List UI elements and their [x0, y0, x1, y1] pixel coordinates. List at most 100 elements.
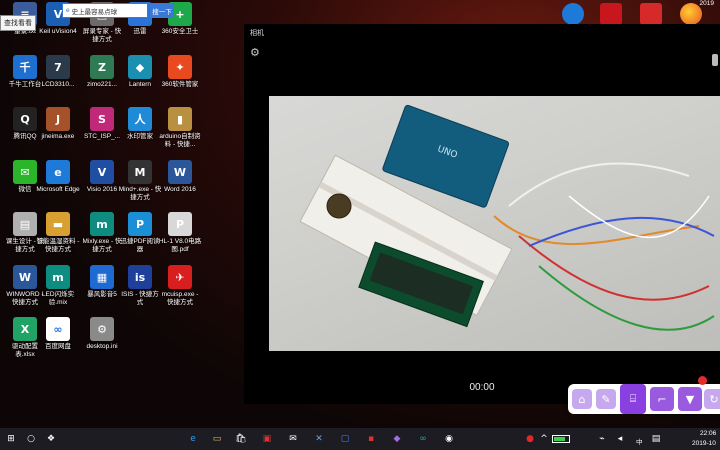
- taskbar-search-input[interactable]: e 史上最容易点球: [62, 3, 148, 18]
- desktop-icon[interactable]: W Word 2016: [158, 160, 202, 194]
- taskbar-edge-icon[interactable]: e: [186, 431, 200, 447]
- bank-app-2-icon[interactable]: [640, 3, 662, 25]
- app-icon: X: [13, 317, 37, 341]
- ime-indicator[interactable]: 中: [636, 436, 643, 446]
- floating-toolbar: ⌂ ✎ ⌸ ⌐ ▼ ↻: [568, 384, 720, 414]
- clock-time[interactable]: 22:06: [700, 430, 716, 437]
- desktop-icon-label: ISIS - 快捷方式: [121, 291, 159, 306]
- wire-white-2: [568, 195, 710, 238]
- desktop-icon[interactable]: ▬ 智能温湿资料 - 快捷方式: [36, 212, 80, 254]
- taskbar-pdf-icon[interactable]: ▪: [364, 431, 378, 447]
- camera-title: 相机: [250, 30, 264, 37]
- shirt-icon[interactable]: ▼: [678, 387, 702, 411]
- taskbar-red-app-icon[interactable]: ▣: [260, 431, 274, 447]
- edge-shortcut-icon[interactable]: [562, 3, 584, 25]
- app-icon: ∞: [46, 317, 70, 341]
- clock-date[interactable]: 2019-10: [692, 440, 716, 447]
- desktop-icon[interactable]: 7 LCD3310...: [36, 55, 80, 89]
- app-icon: m: [90, 212, 114, 236]
- potentiometer: [326, 193, 352, 219]
- taskbar-xunlei-icon[interactable]: ✕: [312, 431, 326, 447]
- search-engine-icon: e: [66, 7, 70, 14]
- hair-dryer-icon[interactable]: ⌂: [572, 389, 592, 409]
- tray-record-icon[interactable]: ●: [524, 431, 536, 447]
- desktop-icon[interactable]: ◆ Lantern: [118, 55, 162, 89]
- app-icon: Z: [90, 55, 114, 79]
- desktop-icon-label: desktop.ini: [86, 343, 118, 350]
- app-icon: ✈: [168, 265, 192, 289]
- heel-icon[interactable]: ⌐: [650, 387, 674, 411]
- app-icon: V: [90, 160, 114, 184]
- search-button[interactable]: 搜一下: [150, 3, 174, 18]
- taskbar-arduino-icon[interactable]: ∞: [416, 431, 430, 447]
- taskbar-qianniu-icon[interactable]: ▢: [338, 431, 352, 447]
- taskbar-mail-icon[interactable]: ✉: [286, 431, 300, 447]
- desktop-icon[interactable]: P HL-1 V8.0电路图.pdf: [158, 212, 202, 254]
- tray-volume-icon[interactable]: ◂: [614, 431, 626, 447]
- desktop-icon-label: Keil uVision4: [39, 28, 77, 35]
- desktop-icon-label: mcuisp.exe - 快捷方式: [161, 291, 199, 306]
- camera-preview-image: UNO: [299, 104, 715, 331]
- wire-white: [508, 162, 690, 207]
- desktop-icon-label: 迅雷: [133, 28, 147, 35]
- desktop-icon-label: Lantern: [128, 81, 152, 88]
- search-placeholder: 史上最容易点球: [71, 8, 118, 16]
- app-icon: P: [128, 212, 152, 236]
- gear-icon[interactable]: ⚙: [250, 46, 262, 59]
- app-icon: m: [46, 265, 70, 289]
- desktop-icon[interactable]: ✈ mcuisp.exe - 快捷方式: [158, 265, 202, 307]
- notification-dot: [698, 376, 707, 385]
- tray-extra-icon[interactable]: ▤: [650, 431, 662, 447]
- task-view-icon[interactable]: ❖: [42, 431, 60, 447]
- desktop-icon-label: LED闪烁实验.mix: [41, 291, 75, 306]
- desktop-icon-label: 360安全卫士: [161, 28, 199, 35]
- desktop-icon-label: 迅捷PDF阅读器: [120, 238, 160, 253]
- app-icon: ▮: [168, 107, 192, 131]
- app-icon: ⚙: [90, 317, 114, 341]
- start-windows-icon[interactable]: ⊞: [2, 431, 20, 447]
- desktop-icon[interactable]: M Mind+.exe - 快捷方式: [118, 160, 162, 202]
- app-icon: 千: [13, 55, 37, 79]
- app-icon: J: [46, 107, 70, 131]
- search-icon[interactable]: ○: [22, 431, 40, 447]
- app-icon: is: [128, 265, 152, 289]
- taskbar-camera-icon[interactable]: ◉: [442, 431, 456, 447]
- bag-icon[interactable]: ⌸: [620, 384, 646, 414]
- desktop-icon-label: 360软件管家: [161, 81, 199, 88]
- tray-chevron-icon[interactable]: ^: [538, 431, 550, 447]
- tooltip: 查找看看: [0, 15, 36, 31]
- desktop-icon[interactable]: ⚙ desktop.ini: [80, 317, 124, 351]
- desktop-icon-label: 百度网盘: [45, 343, 71, 350]
- battery-icon[interactable]: [552, 435, 570, 443]
- desktop-icon[interactable]: ✦ 360软件管家: [158, 55, 202, 89]
- app-icon: W: [13, 265, 37, 289]
- bank-app-icon[interactable]: [600, 3, 622, 25]
- app-icon: ✦: [168, 55, 192, 79]
- desktop-icon[interactable]: Jjineima.exe: [36, 107, 80, 141]
- app-icon: ▦: [90, 265, 114, 289]
- camera-side-handle[interactable]: [712, 54, 718, 66]
- desktop-icon-label: Microsoft Edge: [36, 186, 80, 193]
- brush-icon[interactable]: ✎: [596, 389, 616, 409]
- desktop-icon[interactable]: ∞ 百度网盘: [36, 317, 80, 351]
- desktop-icon[interactable]: m LED闪烁实验.mix: [36, 265, 80, 307]
- tray-network-icon[interactable]: ⌁: [596, 431, 608, 447]
- desktop-icon[interactable]: e Microsoft Edge: [36, 160, 80, 194]
- app-icon: ▤: [13, 212, 37, 236]
- app-icon: ◆: [128, 55, 152, 79]
- taskbar-store-icon[interactable]: 🛍: [234, 431, 248, 447]
- app-icon: ▬: [46, 212, 70, 236]
- desktop-icon[interactable]: 人水印管家: [118, 107, 162, 141]
- more-icon[interactable]: ↻: [704, 389, 720, 409]
- desktop-icon[interactable]: is ISIS - 快捷方式: [118, 265, 162, 307]
- taskbar-vs-icon[interactable]: ◆: [390, 431, 404, 447]
- desktop-icon-label: Word 2016: [164, 186, 196, 193]
- taskbar-folder-icon[interactable]: ▭: [210, 431, 224, 447]
- desktop-icon[interactable]: ▮ arduino自制资料 - 快捷...: [158, 107, 202, 149]
- desktop-icon-label: LCD3310...: [41, 81, 75, 88]
- app-icon: 人: [128, 107, 152, 131]
- camera-window[interactable]: 相机 ⚙ UNO 00:00: [244, 24, 720, 404]
- desktop-icon[interactable]: P 迅捷PDF阅读器: [118, 212, 162, 254]
- app-icon: 7: [46, 55, 70, 79]
- app-icon: P: [168, 212, 192, 236]
